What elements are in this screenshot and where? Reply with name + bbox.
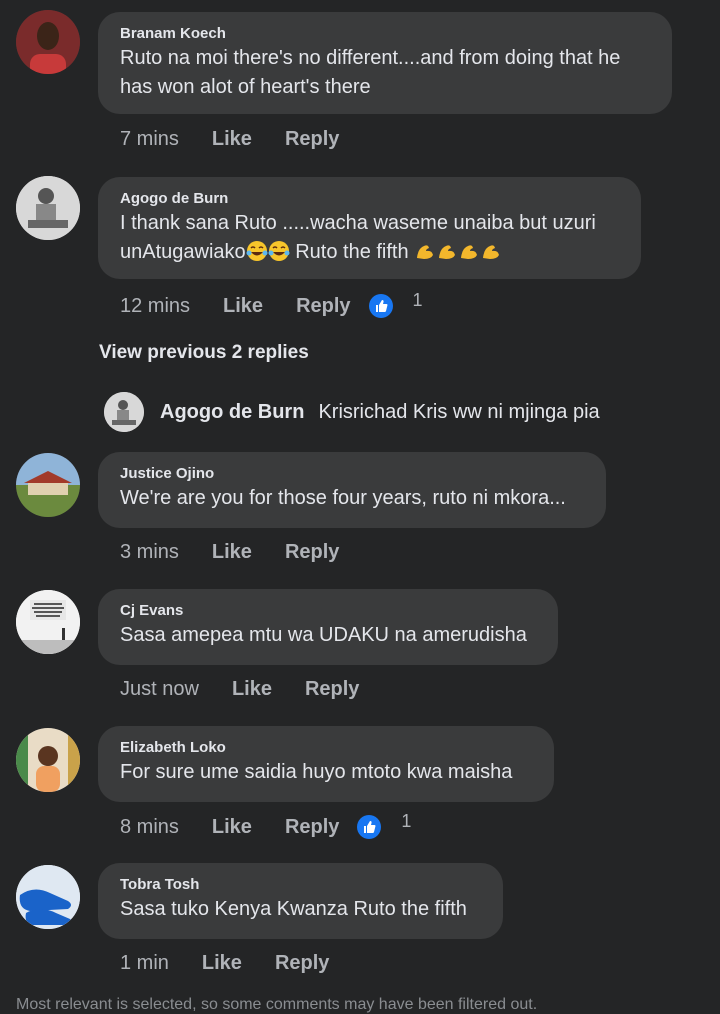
comment-actions: 3 mins Like Reply [120, 541, 339, 564]
comment-actions: 1 min Like Reply [120, 952, 329, 975]
comment-text-line: Ruto the fifth [289, 241, 415, 263]
comment-text: Sasa amepea mtu wa UDAKU na amerudisha [120, 624, 527, 646]
comment-time[interactable]: Just now [120, 678, 199, 701]
comment-author[interactable]: Branam Koech [120, 24, 650, 44]
like-button[interactable]: Like [223, 295, 263, 318]
reply-button[interactable]: Reply [285, 128, 339, 151]
flexed-biceps-emoji [461, 245, 478, 259]
comment-bubble: Agogo de Burn I thank sana Ruto .....wac… [98, 177, 641, 279]
like-button[interactable]: Like [202, 952, 242, 975]
tears-of-joy-emoji [246, 241, 268, 261]
like-button[interactable]: Like [212, 816, 252, 839]
comment-time[interactable]: 12 mins [120, 295, 190, 318]
comment-time[interactable]: 3 mins [120, 541, 179, 564]
comment-text: Ruto na moi there's no different....and … [120, 44, 650, 102]
reply-button[interactable]: Reply [305, 678, 359, 701]
reply-text: Krisrichad Kris ww ni mjinga pia [318, 400, 600, 423]
like-button[interactable]: Like [212, 128, 252, 151]
comment-actions: 8 mins Like Reply 1 [120, 811, 411, 839]
comment-bubble: Branam Koech Ruto na moi there's no diff… [98, 12, 672, 114]
reply-author[interactable]: Agogo de Burn [160, 401, 304, 424]
reply-button[interactable]: Reply [285, 816, 339, 839]
comment-author[interactable]: Elizabeth Loko [120, 738, 532, 758]
comment-text: I thank sana Ruto .....wacha waseme unai… [120, 209, 619, 267]
comment-author[interactable]: Tobra Tosh [120, 875, 481, 895]
flexed-biceps-emoji [439, 245, 456, 259]
flexed-biceps-emoji [417, 245, 434, 259]
like-button[interactable]: Like [232, 678, 272, 701]
comment-text: Sasa tuko Kenya Kwanza Ruto the fifth [120, 898, 467, 920]
comment-time[interactable]: 7 mins [120, 128, 179, 151]
comment-author[interactable]: Justice Ojino [120, 464, 584, 484]
reaction-count[interactable]: 1 [401, 811, 411, 832]
comment-bubble: Tobra Tosh Sasa tuko Kenya Kwanza Ruto t… [98, 863, 503, 939]
like-button[interactable]: Like [212, 541, 252, 564]
comment-actions: 12 mins Like Reply 1 [120, 290, 423, 318]
reply-button[interactable]: Reply [275, 952, 329, 975]
view-previous-replies-link[interactable]: View previous 2 replies [99, 342, 309, 364]
thumbs-up-icon[interactable] [357, 815, 382, 839]
comment-text-line: I thank sana Ruto .....wacha waseme unai… [120, 212, 596, 234]
reaction-count[interactable]: 1 [413, 290, 423, 311]
comment-bubble: Elizabeth Loko For sure ume saidia huyo … [98, 726, 554, 802]
comment-text: We're are you for those four years, ruto… [120, 487, 566, 509]
comment-time[interactable]: 1 min [120, 952, 169, 975]
avatar[interactable] [16, 728, 80, 792]
comment-actions: Just now Like Reply [120, 678, 359, 701]
comment-bubble: Justice Ojino We're are you for those fo… [98, 452, 606, 528]
avatar[interactable] [16, 590, 80, 654]
avatar[interactable] [104, 392, 144, 432]
reply-preview[interactable]: Agogo de Burn Krisrichad Kris ww ni mjin… [104, 392, 600, 432]
avatar[interactable] [16, 176, 80, 240]
comment-author[interactable]: Cj Evans [120, 601, 536, 621]
flexed-biceps-emoji [483, 245, 500, 259]
avatar[interactable] [16, 865, 80, 929]
comment-text-line: has won alot of heart's there [120, 76, 371, 98]
reply-button[interactable]: Reply [296, 295, 350, 318]
comment-text-line: unAtugawiako [120, 241, 246, 263]
tears-of-joy-emoji [268, 241, 290, 261]
filter-notice: Most relevant is selected, so some comme… [16, 996, 538, 1013]
comment-author[interactable]: Agogo de Burn [120, 189, 619, 209]
reply-button[interactable]: Reply [285, 541, 339, 564]
comment-text: For sure ume saidia huyo mtoto kwa maish… [120, 761, 513, 783]
comment-bubble: Cj Evans Sasa amepea mtu wa UDAKU na ame… [98, 589, 558, 665]
comment-actions: 7 mins Like Reply [120, 128, 339, 151]
comment-text-line: Ruto na moi there's no different....and … [120, 47, 621, 69]
comment-time[interactable]: 8 mins [120, 816, 179, 839]
avatar[interactable] [16, 10, 80, 74]
thumbs-up-icon[interactable] [368, 294, 393, 318]
avatar[interactable] [16, 453, 80, 517]
